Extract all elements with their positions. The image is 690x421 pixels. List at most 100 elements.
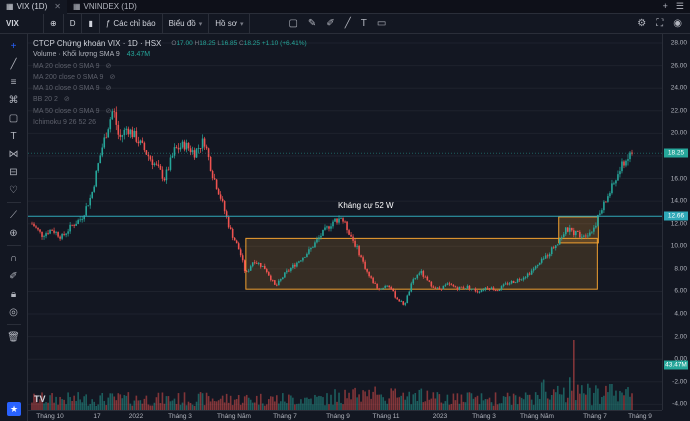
volume-bar	[338, 392, 340, 410]
trend-line-icon[interactable]: ╱	[7, 58, 21, 70]
indicator-legend-row[interactable]: MA 20 close 0 SMA 9 ⊘	[33, 61, 307, 72]
price-axis[interactable]: 28.0026.0024.0022.0020.0018.0016.0014.00…	[662, 34, 690, 410]
volume-bar	[71, 400, 73, 410]
volume-bar	[384, 400, 386, 410]
tab-vnindex[interactable]: ▦ VNINDEX (1D)	[67, 0, 143, 14]
trend-line-icon[interactable]: ╱	[345, 18, 351, 29]
candle-body	[448, 283, 451, 285]
volume-bar	[424, 401, 427, 410]
candle-body	[579, 231, 581, 238]
menu-icon[interactable]: ☰	[676, 1, 684, 12]
candle-body	[261, 265, 264, 267]
lock-icon[interactable]: 🔒︎	[7, 288, 21, 300]
candle-body	[332, 221, 334, 227]
candle-body	[165, 169, 168, 181]
time-axis[interactable]: Tháng 10 17 2022 Tháng 3 Tháng Năm Tháng 7 Thá…	[28, 410, 662, 421]
indicator-legend-row[interactable]: BB 20 2 ⊘	[33, 94, 307, 105]
candle-body	[518, 279, 521, 281]
candle-body	[300, 260, 302, 262]
volume-bar	[73, 395, 75, 410]
eye-hidden-icon[interactable]: ⊘	[106, 106, 112, 117]
candle-body	[522, 277, 525, 280]
text-icon[interactable]: T	[7, 130, 21, 142]
volume-bar	[308, 398, 310, 410]
eye-hidden-icon[interactable]: ⊘	[106, 83, 112, 94]
candle-body	[492, 287, 495, 291]
candle-body	[510, 281, 513, 284]
breakout-box	[558, 216, 599, 244]
candle-body	[197, 148, 200, 149]
bar-style-button[interactable]: ▮	[82, 13, 100, 34]
indicators-button[interactable]: ƒ Các chỉ báo	[100, 13, 163, 34]
candle-body	[57, 232, 59, 237]
volume-bar	[392, 390, 395, 410]
pattern-icon[interactable]: ⌘	[7, 94, 21, 106]
volume-bar	[585, 394, 587, 410]
candle-body	[558, 238, 561, 245]
text-icon[interactable]: T	[361, 18, 367, 29]
volume-bar	[468, 392, 471, 410]
volume-bar	[330, 394, 332, 410]
add-tab-icon[interactable]: +	[663, 1, 668, 12]
prediction-icon[interactable]: ⊟	[7, 166, 21, 178]
chart-type-button[interactable]: Biểu đồ ▾	[163, 13, 210, 34]
volume-bar	[506, 392, 509, 410]
candle-body	[173, 147, 176, 156]
xabcd-pattern-icon[interactable]: ⋈	[7, 148, 21, 160]
volume-bar	[518, 396, 521, 410]
profile-button[interactable]: Hồ sơ ▾	[209, 13, 251, 34]
compare-button[interactable]: ⊕	[44, 13, 64, 34]
interval-button[interactable]: D	[64, 13, 83, 34]
candle-body	[259, 262, 262, 267]
indicator-legend-row[interactable]: MA 10 close 0 SMA 9 ⊘	[33, 83, 307, 94]
candle-body	[470, 288, 473, 290]
brush-icon[interactable]: ✎	[308, 18, 316, 29]
note-icon[interactable]: ▭	[377, 18, 386, 29]
camera-icon[interactable]: ◉	[673, 18, 682, 29]
volume-bar	[344, 389, 346, 410]
crosshair-icon[interactable]: +	[7, 40, 21, 52]
indicator-legend-row[interactable]: MA 50 close 0 SMA 9 ⊘	[33, 106, 307, 117]
star-icon[interactable]: ★	[7, 402, 21, 416]
rectangle-icon[interactable]: ▢	[7, 112, 21, 124]
rectangle-icon[interactable]: ▢	[288, 18, 297, 29]
candle-body	[249, 266, 252, 271]
candle-body	[253, 262, 256, 264]
candle-body	[91, 191, 94, 198]
indicator-legend-row[interactable]: Ichimoku 9 26 52 26	[33, 117, 307, 128]
candle-body	[406, 295, 409, 304]
zoom-in-icon[interactable]: ⊕	[7, 227, 21, 239]
volume-bar	[490, 402, 493, 410]
close-icon[interactable]: ✕	[54, 2, 61, 11]
magnet-icon[interactable]: ∩	[7, 252, 21, 264]
volume-bar	[314, 394, 316, 410]
heart-icon[interactable]: ♡	[7, 184, 21, 196]
resistance-annotation[interactable]: Kháng cự 52 W	[338, 201, 394, 210]
volume-bar	[290, 395, 292, 410]
eye-hidden-icon[interactable]: ⊘	[109, 72, 115, 83]
candle-body	[265, 269, 268, 273]
indicator-legend-row[interactable]: MA 200 close 0 SMA 9 ⊘	[33, 72, 307, 83]
ruler-icon[interactable]: ⟋	[7, 209, 21, 221]
candle-body	[63, 234, 65, 235]
chart-type-label: Biểu đồ	[168, 19, 196, 28]
tab-vix[interactable]: ▦ VIX (1D) ✕	[0, 0, 67, 14]
pencil-icon[interactable]: ✐	[326, 18, 334, 29]
indicator-label: Ichimoku 9 26 52 26	[33, 119, 97, 127]
volume-legend[interactable]: Volume · Khối lượng SMA 9 43.47M	[33, 49, 307, 60]
candle-body	[342, 218, 344, 222]
trash-icon[interactable]: 🗑︎	[7, 331, 21, 343]
eye-icon[interactable]: ◎	[7, 306, 21, 318]
stay-drawing-icon[interactable]: ✐	[7, 270, 21, 282]
symbol-search[interactable]: VIX	[0, 13, 44, 34]
eye-hidden-icon[interactable]: ⊘	[106, 61, 112, 72]
fib-icon[interactable]: ≡	[7, 76, 21, 88]
gear-icon[interactable]: ⚙	[637, 18, 646, 29]
eye-hidden-icon[interactable]: ⊘	[64, 94, 70, 105]
volume-bar	[504, 396, 507, 410]
fullscreen-icon[interactable]: ⛶	[656, 18, 663, 29]
candle-body	[583, 235, 585, 237]
volume-bar	[579, 393, 581, 410]
volume-bar	[512, 393, 515, 410]
time-tick-label: Tháng 3	[168, 413, 192, 420]
